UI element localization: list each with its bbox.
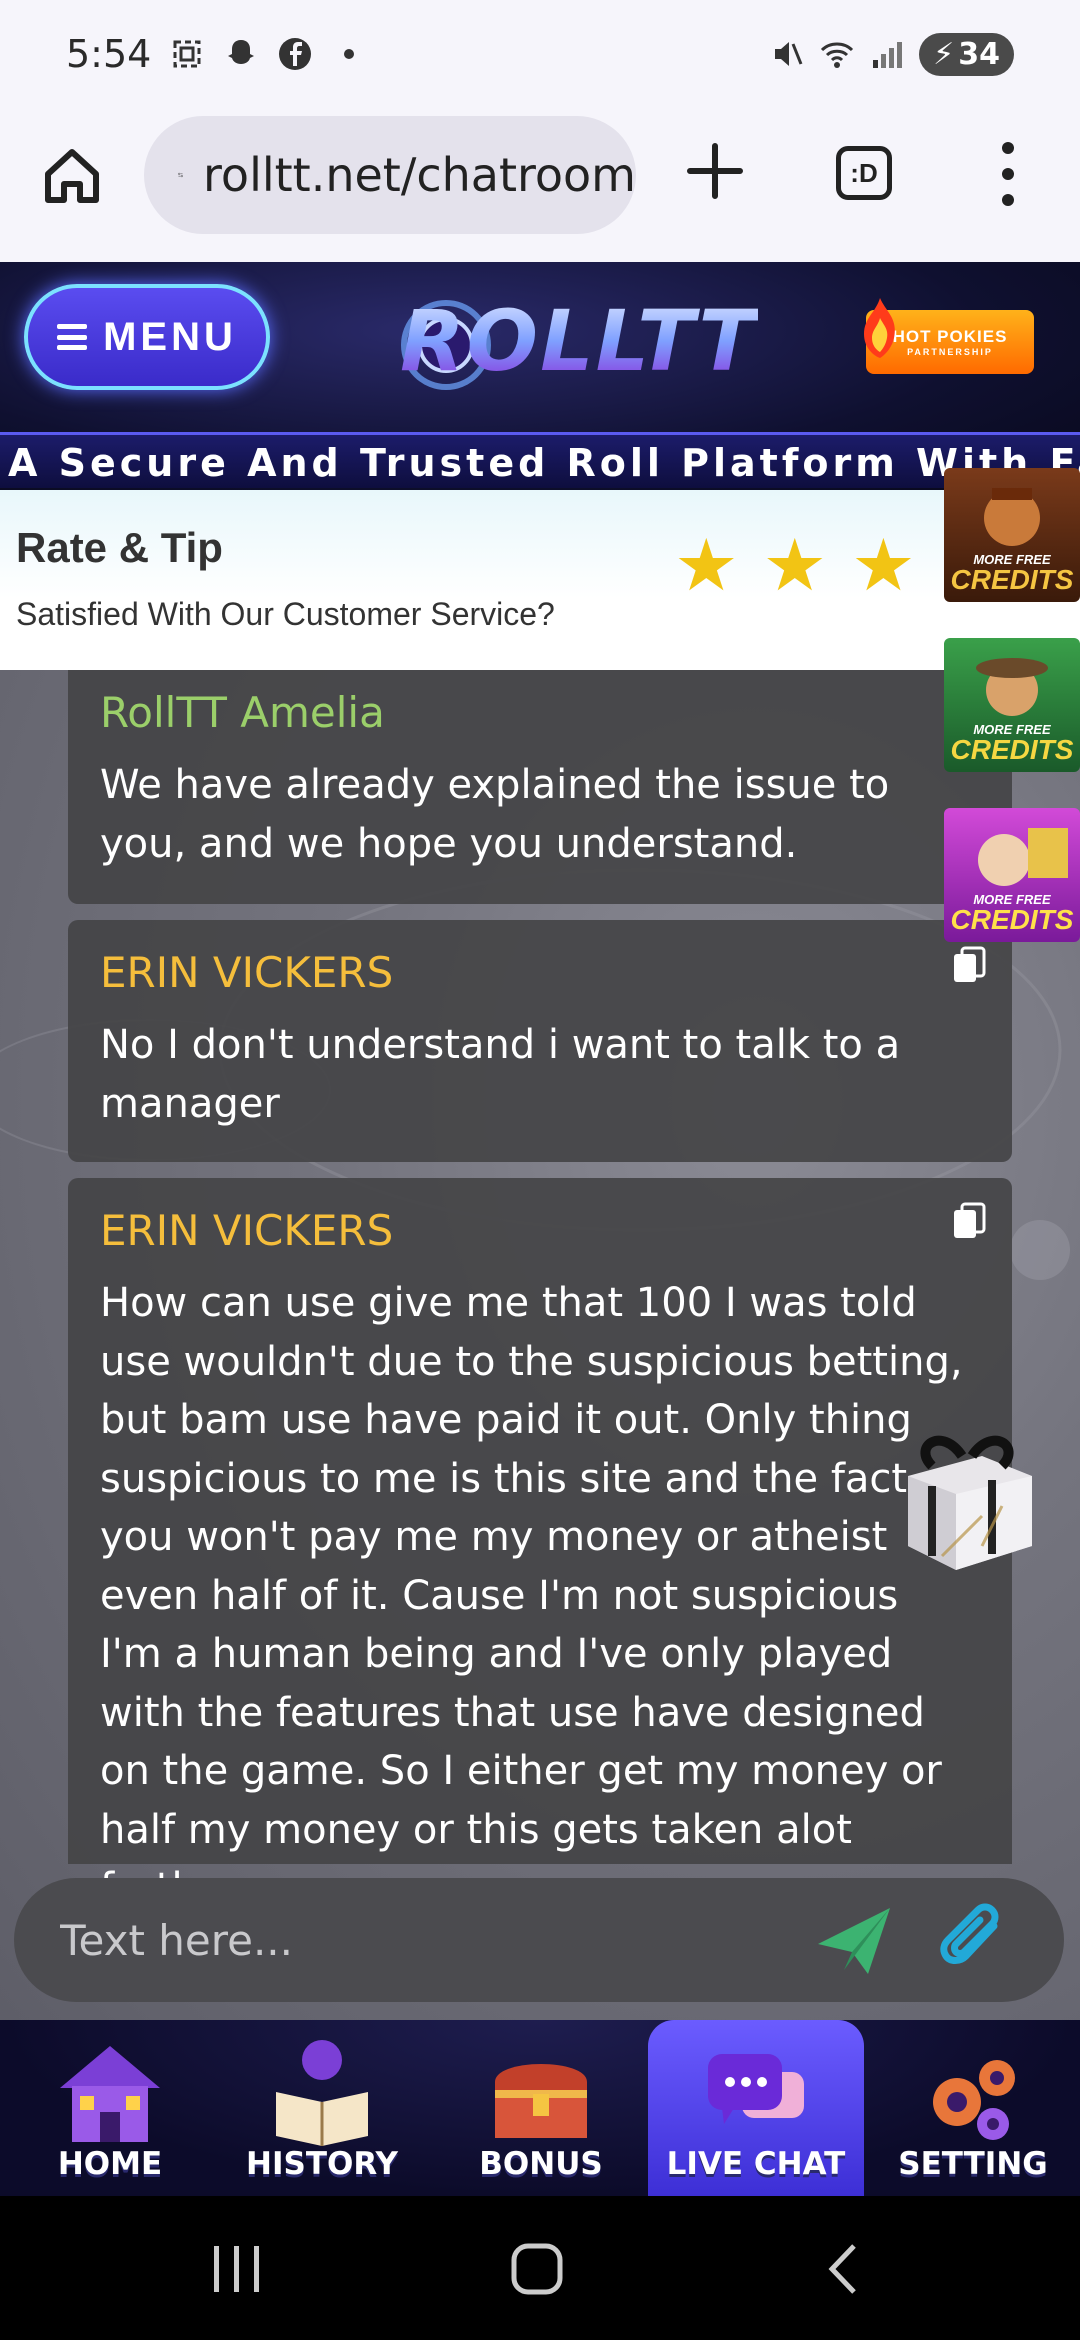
snapchat-icon xyxy=(228,40,255,64)
promo-blitz-spin[interactable]: MORE FREE CREDITS xyxy=(944,638,1080,772)
system-nav-buttons xyxy=(214,2243,856,2295)
copy-icon[interactable] xyxy=(952,946,986,984)
nav-history[interactable]: HISTORY xyxy=(232,2020,412,2196)
chat-message: ERIN VICKERS How can use give me that 10… xyxy=(68,1178,1012,1911)
menu-label: MENU xyxy=(103,314,237,359)
promo-label: MORE FREE CREDITS xyxy=(944,723,1080,764)
rate-tip-panel: Rate & Tip Satisfied With Our Customer S… xyxy=(0,490,1080,670)
back-icon[interactable] xyxy=(828,2244,856,2294)
book-icon xyxy=(276,2040,368,2146)
new-tab-icon[interactable] xyxy=(686,142,744,200)
copy-icon[interactable] xyxy=(952,1202,986,1240)
recents-icon[interactable] xyxy=(214,2246,259,2292)
address-bar[interactable]: rolltt.net/chatroom xyxy=(144,116,636,234)
rate-title: Rate & Tip xyxy=(16,524,223,571)
dot-icon xyxy=(344,49,355,59)
promo-label: MORE FREE CREDITS xyxy=(944,893,1080,934)
url-text[interactable]: rolltt.net/chatroom xyxy=(203,148,636,202)
star-icon[interactable]: ★ xyxy=(851,530,916,602)
battery-icon: ⚡ 34 xyxy=(919,32,1014,76)
gift-box-icon[interactable] xyxy=(892,1416,1044,1580)
rate-subtitle: Satisfied With Our Customer Service? xyxy=(16,596,555,632)
message-sender: RollTT Amelia xyxy=(100,688,385,737)
menu-button[interactable]: MENU xyxy=(24,284,270,390)
status-time: 5:54 xyxy=(66,32,152,76)
bottom-navigation: HOME HISTORY BONUS LIVE CHAT SETTING xyxy=(0,2020,1080,2196)
more-options-icon[interactable] xyxy=(996,142,1020,206)
chat-message: RollTT Amelia We have already explained … xyxy=(68,636,1012,904)
signal-icon xyxy=(873,42,903,68)
message-text: We have already explained the issue to y… xyxy=(100,762,890,867)
treasure-chest-icon xyxy=(495,2064,587,2138)
browser-toolbar: rolltt.net/chatroom :D xyxy=(0,108,1080,262)
partner-main: HOT POKIES xyxy=(892,327,1008,346)
message-composer xyxy=(14,1878,1064,2002)
message-text: No I don't understand i want to talk to … xyxy=(100,1022,901,1127)
message-sender: ERIN VICKERS xyxy=(100,1206,394,1255)
chat-bubbles-icon xyxy=(708,2054,804,2124)
promo-rudolph[interactable]: MORE FREE CREDITS xyxy=(944,468,1080,602)
site-settings-icon[interactable] xyxy=(178,155,183,195)
house-icon xyxy=(60,2046,160,2142)
chat-message: ERIN VICKERS No I don't understand i wan… xyxy=(68,920,1012,1162)
home-icon[interactable] xyxy=(40,144,104,208)
attach-icon[interactable] xyxy=(936,1900,1010,1978)
message-text: How can use give me that 100 I was told … xyxy=(100,1280,963,1911)
nav-live-chat[interactable]: LIVE CHAT xyxy=(656,2020,856,2196)
tab-switcher-button[interactable]: :D xyxy=(836,146,892,200)
flame-icon xyxy=(864,298,895,358)
promo-label: MORE FREE CREDITS xyxy=(944,553,1080,594)
site-header: MENU ROLLTT HOT POKIES PARTNERSHIP A Sec… xyxy=(0,262,1080,490)
promo-big: CREDITS xyxy=(950,564,1074,595)
battery-level: 34 xyxy=(958,36,1000,72)
gears-icon xyxy=(933,2060,1015,2140)
message-sender: ERIN VICKERS xyxy=(100,948,394,997)
partner-badge[interactable]: HOT POKIES PARTNERSHIP xyxy=(864,298,1034,374)
nav-label: LIVE CHAT xyxy=(666,2146,846,2182)
nav-home[interactable]: HOME xyxy=(24,2020,196,2196)
star-icon[interactable]: ★ xyxy=(674,530,739,602)
promo-big: CREDITS xyxy=(950,904,1074,935)
hamburger-icon xyxy=(57,324,88,350)
send-icon[interactable] xyxy=(814,1904,894,1976)
nav-label: BONUS xyxy=(479,2146,603,2182)
promo-big: CREDITS xyxy=(950,734,1074,765)
status-right: ⚡ 34 xyxy=(769,32,1014,76)
status-left: 5:54 xyxy=(66,32,367,76)
wifi-icon xyxy=(821,42,854,68)
screenshot-icon xyxy=(173,40,201,68)
nav-label: SETTING xyxy=(898,2146,1048,2182)
status-bar: 5:54 ⚡ 34 xyxy=(0,0,1080,108)
star-icon[interactable]: ★ xyxy=(763,530,828,602)
home-button-icon[interactable] xyxy=(511,2243,563,2295)
nav-label: HISTORY xyxy=(246,2146,398,2182)
site-logo[interactable]: ROLLTT xyxy=(386,290,756,400)
partner-sub: PARTNERSHIP xyxy=(907,347,993,357)
nav-setting[interactable]: SETTING xyxy=(878,2020,1068,2196)
logo-text: ROLLTT xyxy=(400,292,758,390)
system-navigation-bar xyxy=(0,2196,1080,2340)
banner-text: A Secure And Trusted Roll Platform With … xyxy=(8,441,1080,485)
mute-icon xyxy=(775,42,803,66)
message-input[interactable] xyxy=(60,1906,760,1974)
marquee-banner: A Secure And Trusted Roll Platform With … xyxy=(0,432,1080,488)
facebook-icon xyxy=(279,38,312,70)
nav-bonus[interactable]: BONUS xyxy=(456,2020,626,2196)
nav-label: HOME xyxy=(57,2146,163,2182)
promo-i-love-math[interactable]: MORE FREE CREDITS xyxy=(944,808,1080,942)
